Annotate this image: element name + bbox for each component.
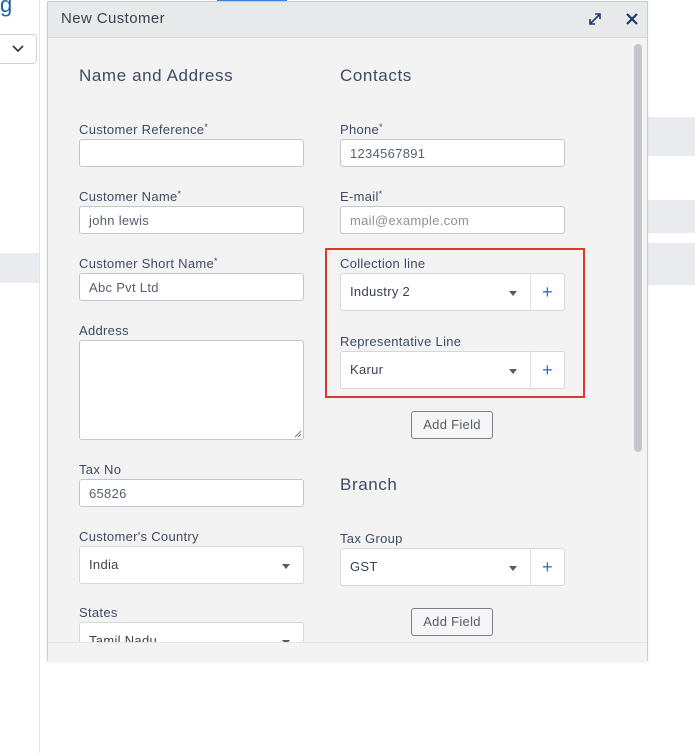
tax-no-input[interactable]: 65826 (79, 479, 304, 507)
collection-line-select[interactable]: Industry 2 + (340, 273, 565, 311)
resize-handle-icon[interactable] (294, 430, 302, 438)
dropdown-caret-icon (509, 369, 517, 374)
customers-country-value: India (89, 557, 119, 572)
tax-group-select[interactable]: GST + (340, 548, 565, 586)
background-table-row (646, 243, 695, 285)
states-select[interactable]: Tamil Nadu (79, 622, 304, 642)
new-customer-dialog: New Customer Name and Address Customer R… (47, 1, 648, 661)
close-button[interactable] (623, 10, 641, 28)
customer-short-name-input[interactable]: Abc Pvt Ltd (79, 273, 304, 301)
representative-line-value: Karur (350, 362, 384, 377)
dialog-titlebar: New Customer (48, 2, 647, 38)
add-tax-group-button[interactable]: + (530, 548, 564, 586)
customer-reference-label: Customer Reference* (79, 122, 209, 137)
section-title-contacts: Contacts (340, 66, 412, 85)
app-logo: g (0, 0, 13, 17)
dialog-content[interactable]: Name and Address Customer Reference* Cus… (48, 38, 647, 642)
representative-line-select[interactable]: Karur + (340, 351, 565, 389)
tax-group-value: GST (350, 559, 378, 574)
states-value: Tamil Nadu (89, 633, 158, 642)
background-sidebar: g (0, 0, 40, 753)
customers-country-select[interactable]: India (79, 546, 304, 584)
close-icon (626, 13, 638, 25)
email-label: E-mail* (340, 189, 383, 204)
customer-short-name-label: Customer Short Name* (79, 256, 218, 271)
background-table-row (646, 200, 695, 233)
customer-name-input[interactable]: john lewis (79, 206, 304, 234)
collection-line-value: Industry 2 (350, 284, 411, 299)
scrollbar-thumb[interactable] (634, 44, 642, 452)
section-title-branch: Branch (340, 475, 398, 494)
phone-input[interactable]: 1234567891 (340, 139, 565, 167)
address-textarea[interactable] (79, 340, 304, 440)
background-dropdown[interactable] (0, 34, 37, 64)
address-label: Address (79, 323, 129, 338)
customer-name-label: Customer Name* (79, 189, 182, 204)
expand-button[interactable] (586, 10, 604, 28)
chevron-down-icon (12, 45, 24, 53)
email-input[interactable]: mail@example.com (340, 206, 565, 234)
add-collection-line-button[interactable]: + (530, 273, 564, 311)
phone-label: Phone* (340, 122, 383, 137)
customer-reference-input[interactable] (79, 139, 304, 167)
background-table-row (646, 117, 695, 156)
customers-country-label: Customer's Country (79, 529, 199, 544)
dialog-title: New Customer (61, 10, 165, 27)
collection-line-label: Collection line (340, 256, 426, 271)
states-label: States (79, 605, 118, 620)
tax-group-label: Tax Group (340, 531, 403, 546)
dropdown-caret-icon (509, 566, 517, 571)
expand-arrows-icon (589, 13, 601, 25)
background-row-highlight (0, 253, 39, 283)
add-field-branch-button[interactable]: Add Field (411, 608, 493, 636)
dropdown-caret-icon (282, 564, 290, 569)
tax-no-label: Tax No (79, 462, 122, 477)
dialog-footer (48, 642, 647, 661)
add-field-contacts-button[interactable]: Add Field (411, 411, 493, 439)
dropdown-caret-icon (509, 291, 517, 296)
representative-line-label: Representative Line (340, 334, 462, 349)
section-title-name-and-address: Name and Address (79, 66, 234, 85)
add-representative-line-button[interactable]: + (530, 351, 564, 389)
